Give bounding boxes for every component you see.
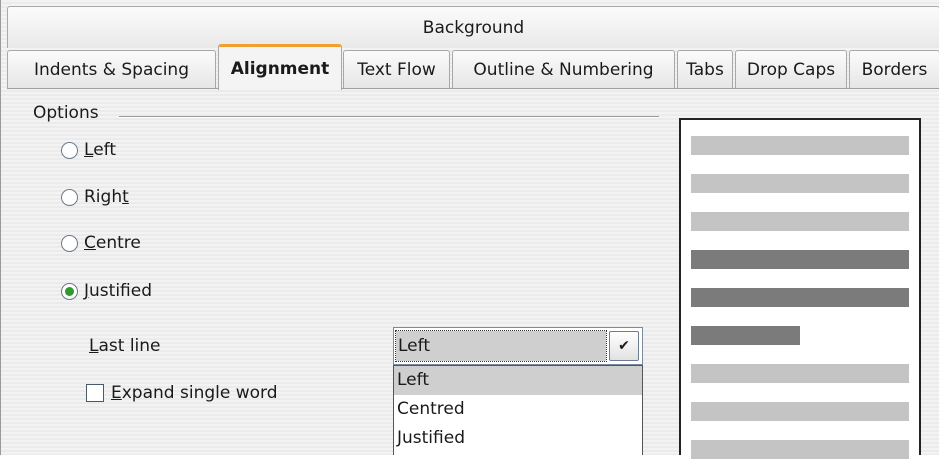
expand-single-word-label: Expand single word	[111, 383, 278, 403]
radio-checked-icon	[61, 282, 78, 300]
tab-alignment[interactable]: Alignment	[218, 44, 342, 90]
tab-row: Indents & Spacing Alignment Text Flow Ou…	[7, 44, 939, 90]
tab-label: Drop Caps	[746, 59, 836, 80]
radio-circle-icon	[61, 141, 78, 159]
last-line-options-list: Left Centred Justified	[393, 365, 643, 455]
option-justified[interactable]: Justified	[394, 424, 642, 453]
checkbox-icon	[86, 384, 104, 402]
alignment-preview	[679, 118, 921, 459]
tab-outline-numbering[interactable]: Outline & Numbering	[452, 50, 675, 88]
tab-label: Text Flow	[357, 59, 436, 80]
radio-left-label: Left	[84, 140, 116, 160]
tab-text-flow[interactable]: Text Flow	[343, 50, 450, 88]
tab-label: Outline & Numbering	[473, 59, 654, 80]
expand-single-word-checkbox[interactable]: Expand single word	[86, 380, 278, 406]
tab-drop-caps[interactable]: Drop Caps	[735, 50, 847, 88]
preview-line	[691, 440, 909, 459]
tab-label: Tabs	[686, 59, 724, 80]
options-legend: Options	[33, 103, 99, 123]
radio-circle-icon	[61, 234, 78, 252]
preview-line	[691, 136, 909, 155]
tab-label: Indents & Spacing	[33, 59, 190, 80]
paragraph-dialog: Background Indents & Spacing Alignment T…	[0, 0, 939, 459]
option-left[interactable]: Left	[394, 366, 642, 395]
radio-justified[interactable]: Justified	[61, 278, 152, 304]
tab-background[interactable]: Background	[7, 6, 939, 48]
preview-line	[691, 364, 909, 383]
preview-line	[691, 288, 909, 307]
radio-right[interactable]: Right	[61, 184, 129, 210]
preview-line	[691, 326, 800, 345]
tab-row-background: Background	[7, 6, 939, 48]
radio-left[interactable]: Left	[61, 137, 116, 163]
tab-indents-spacing[interactable]: Indents & Spacing	[7, 50, 216, 88]
preview-line	[691, 250, 909, 269]
preview-line	[691, 212, 909, 231]
tab-borders[interactable]: Borders	[849, 50, 939, 88]
preview-line	[691, 174, 909, 193]
chevron-down-icon[interactable]: ✔	[609, 331, 639, 361]
radio-justified-label: Justified	[84, 281, 152, 301]
last-line-select-value: Left	[395, 330, 607, 362]
tab-label: Borders	[861, 59, 928, 80]
last-line-select[interactable]: Left ✔	[393, 327, 643, 365]
options-divider	[119, 116, 659, 117]
radio-centre-label: Centre	[84, 233, 141, 253]
tab-tabs[interactable]: Tabs	[677, 50, 733, 88]
tab-background-label: Background	[422, 17, 525, 38]
tab-label: Alignment	[230, 58, 330, 79]
radio-right-label: Right	[84, 187, 129, 207]
radio-circle-icon	[61, 188, 78, 206]
option-centred[interactable]: Centred	[394, 395, 642, 424]
last-line-label: Last line	[89, 336, 161, 356]
preview-line	[691, 402, 909, 421]
radio-centre[interactable]: Centre	[61, 230, 141, 256]
